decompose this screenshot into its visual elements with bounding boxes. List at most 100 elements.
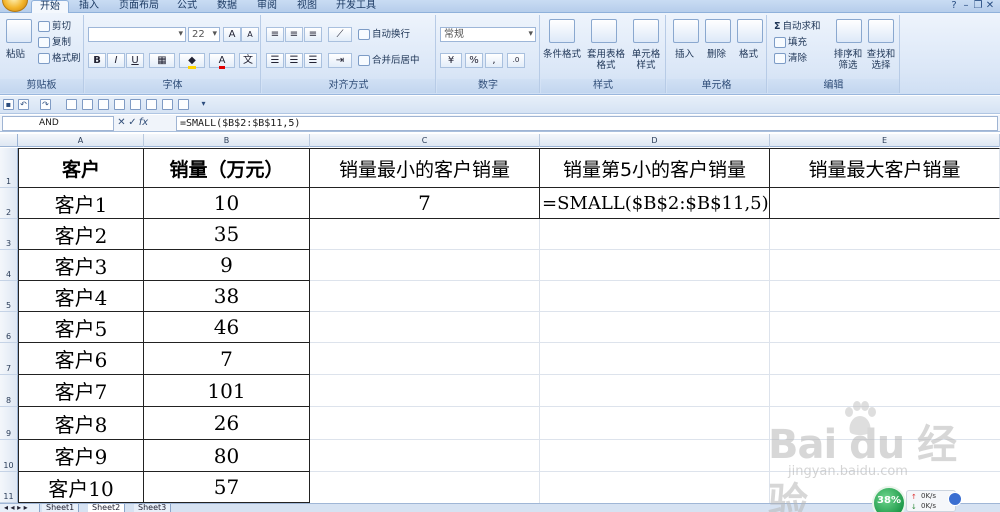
- find-select-button[interactable]: 查找和选择: [865, 49, 897, 71]
- delete-cells-button[interactable]: 删除: [707, 49, 726, 60]
- align-center-button[interactable]: ☰: [285, 53, 303, 68]
- underline-button[interactable]: U: [126, 53, 144, 68]
- italic-button[interactable]: I: [107, 53, 125, 68]
- cell-b1[interactable]: 销量（万元）: [144, 148, 310, 188]
- window-icon[interactable]: [146, 99, 157, 110]
- orientation-button[interactable]: ⟋: [328, 27, 352, 42]
- align-left-button[interactable]: ☰: [266, 53, 284, 68]
- increase-decimal-button[interactable]: .0: [507, 53, 525, 68]
- cell-b2[interactable]: 10: [144, 188, 310, 219]
- cell-d1[interactable]: 销量第5小的客户销量: [540, 148, 770, 188]
- enter-icon[interactable]: ✓: [127, 116, 138, 130]
- cell-style-icon[interactable]: [633, 19, 659, 43]
- quick-print-icon[interactable]: [130, 99, 141, 110]
- sheet-nav-buttons[interactable]: ◂ ◂ ▸ ▸: [0, 504, 40, 512]
- row-header-1[interactable]: 1: [0, 148, 18, 188]
- phonetic-button[interactable]: 文: [239, 53, 257, 68]
- cell-b10[interactable]: 80: [144, 440, 310, 472]
- cell-e1[interactable]: 销量最大客户销量: [770, 148, 1000, 188]
- fill-color-button[interactable]: ◆: [179, 53, 205, 69]
- sheet-tab-3[interactable]: Sheet3: [134, 504, 172, 512]
- sort-filter-icon[interactable]: [836, 19, 862, 43]
- column-header-e[interactable]: E: [770, 134, 1000, 147]
- select-all-corner[interactable]: [0, 134, 18, 147]
- cell-a7[interactable]: 客户6: [18, 343, 144, 375]
- row-header-11[interactable]: 11: [0, 472, 18, 503]
- row-header-9[interactable]: 9: [0, 407, 18, 440]
- cell-a2[interactable]: 客户1: [18, 188, 144, 219]
- conditional-format-button[interactable]: 条件格式: [543, 49, 581, 60]
- column-header-b[interactable]: B: [144, 134, 310, 147]
- cell-b3[interactable]: 35: [144, 219, 310, 250]
- tab-developer[interactable]: 开发工具: [330, 0, 382, 13]
- cell-d2-active-edit[interactable]: =SMALL($B$2:$B$11,5): [540, 188, 770, 219]
- wrap-text-button[interactable]: 自动换行: [358, 29, 410, 40]
- paste-button[interactable]: 粘贴: [6, 49, 25, 60]
- row-header-4[interactable]: 4: [0, 250, 18, 281]
- cell-b9[interactable]: 26: [144, 407, 310, 440]
- minimize-icon[interactable]: –: [960, 0, 972, 11]
- new-file-icon[interactable]: [66, 99, 77, 110]
- column-header-c[interactable]: C: [310, 134, 540, 147]
- align-right-button[interactable]: ☰: [304, 53, 322, 68]
- align-bottom-button[interactable]: ≡: [304, 27, 322, 42]
- fill-button[interactable]: 填充: [774, 37, 807, 48]
- delete-cells-icon[interactable]: [705, 19, 731, 43]
- conditional-format-icon[interactable]: [549, 19, 575, 43]
- print-icon[interactable]: [114, 99, 125, 110]
- table-format-icon[interactable]: [591, 19, 617, 43]
- currency-button[interactable]: ¥: [440, 53, 462, 68]
- grow-font-button[interactable]: A: [223, 27, 241, 42]
- row-header-2[interactable]: 2: [0, 188, 18, 219]
- cell-a4[interactable]: 客户3: [18, 250, 144, 281]
- cell-b4[interactable]: 9: [144, 250, 310, 281]
- cell-b5[interactable]: 38: [144, 281, 310, 312]
- cell-c1[interactable]: 销量最小的客户销量: [310, 148, 540, 188]
- network-speed-widget[interactable]: ↑ ↓ 0K/s 0K/s 38%: [872, 486, 962, 512]
- merge-center-button[interactable]: 合并后居中: [358, 55, 420, 66]
- cell-a3[interactable]: 客户2: [18, 219, 144, 250]
- tab-review[interactable]: 审阅: [250, 0, 284, 13]
- cell-b7[interactable]: 7: [144, 343, 310, 375]
- cell-a10[interactable]: 客户9: [18, 440, 144, 472]
- align-top-button[interactable]: ≡: [266, 27, 284, 42]
- indent-button[interactable]: ⇥: [328, 53, 352, 68]
- row-header-10[interactable]: 10: [0, 440, 18, 472]
- camera-icon[interactable]: [162, 99, 173, 110]
- copy-button[interactable]: 复制: [38, 37, 71, 48]
- cell-a5[interactable]: 客户4: [18, 281, 144, 312]
- insert-cells-icon[interactable]: [673, 19, 699, 43]
- tab-home[interactable]: 开始: [31, 0, 69, 13]
- clear-button[interactable]: 清除: [774, 53, 807, 64]
- cell-c2[interactable]: 7: [310, 188, 540, 219]
- cell-b11[interactable]: 57: [144, 472, 310, 503]
- sheet-tab-2[interactable]: Sheet2: [88, 504, 126, 512]
- insert-cells-button[interactable]: 插入: [675, 49, 694, 60]
- number-format-select[interactable]: 常规: [440, 27, 536, 42]
- row-header-5[interactable]: 5: [0, 281, 18, 312]
- sheet-tab-1[interactable]: Sheet1: [42, 504, 80, 512]
- cell-a11[interactable]: 客户10: [18, 472, 144, 503]
- cell-style-button[interactable]: 单元格样式: [629, 49, 663, 71]
- close-icon[interactable]: ✕: [984, 0, 996, 11]
- help-icon[interactable]: ?: [948, 0, 960, 11]
- format-painter-button[interactable]: 格式刷: [38, 53, 81, 64]
- column-header-d[interactable]: D: [540, 134, 770, 147]
- percent-button[interactable]: %: [465, 53, 483, 68]
- zoom-icon[interactable]: [178, 99, 189, 110]
- paste-icon[interactable]: [6, 19, 32, 43]
- border-button[interactable]: ▦: [149, 53, 175, 68]
- customize-toolbar-icon[interactable]: ▾: [198, 99, 209, 110]
- bold-button[interactable]: B: [88, 53, 106, 68]
- cell-a8[interactable]: 客户7: [18, 375, 144, 407]
- row-header-3[interactable]: 3: [0, 219, 18, 250]
- shrink-font-button[interactable]: A: [241, 27, 259, 42]
- office-button[interactable]: [2, 0, 28, 12]
- table-format-button[interactable]: 套用表格格式: [585, 49, 627, 71]
- insert-function-icon[interactable]: fx: [138, 116, 149, 130]
- column-header-a[interactable]: A: [18, 134, 144, 147]
- cut-button[interactable]: 剪切: [38, 21, 71, 32]
- autosum-button[interactable]: Σ 自动求和: [774, 21, 821, 32]
- tab-insert[interactable]: 插入: [72, 0, 106, 13]
- undo-icon[interactable]: ↶: [18, 99, 29, 110]
